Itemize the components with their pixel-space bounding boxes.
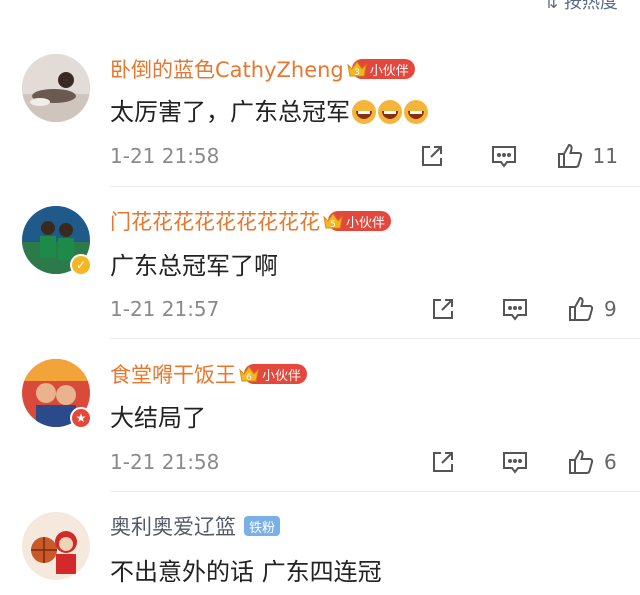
divider — [110, 491, 640, 492]
fan-badge: 5 小伙伴 — [323, 211, 392, 231]
crown-icon: 5 — [322, 210, 344, 232]
avatar[interactable] — [22, 512, 90, 580]
like-icon[interactable] — [555, 141, 585, 171]
divider — [110, 186, 640, 187]
sort-icon: ⇅ — [544, 0, 558, 12]
share-icon[interactable] — [428, 294, 458, 324]
comment-text: 太厉害了，广东总冠军 — [110, 98, 350, 126]
avatar[interactable]: ✓ — [22, 206, 92, 276]
comment-time: 1-21 21:58 — [110, 450, 220, 474]
grin-emoji-icon — [378, 100, 402, 124]
username[interactable]: 食堂嘚干饭王 — [110, 359, 236, 389]
comment-text: 广东总冠军了啊 — [110, 252, 278, 280]
crown-icon: 3 — [346, 58, 368, 80]
grin-emoji-icon — [404, 100, 428, 124]
comment-text: 大结局了 — [110, 404, 206, 432]
like-icon[interactable] — [566, 447, 596, 477]
sort-toggle[interactable]: ⇅ 按热度 — [545, 0, 618, 18]
like-count: 6 — [604, 450, 617, 474]
like-count: 9 — [604, 297, 617, 321]
share-icon[interactable] — [417, 141, 447, 171]
grin-emoji-icon — [352, 100, 376, 124]
comment-text-row: 太厉害了，广东总冠军 — [110, 92, 428, 127]
fan-label: 小伙伴 — [262, 368, 302, 384]
like-count: 11 — [592, 144, 618, 168]
like-icon[interactable] — [566, 294, 596, 324]
svg-text:5: 5 — [330, 220, 336, 230]
fan-label: 小伙伴 — [346, 215, 386, 231]
reply-icon[interactable] — [500, 294, 530, 324]
verified-badge-icon: ★ — [70, 407, 92, 429]
avatar[interactable]: ★ — [22, 359, 92, 429]
divider — [110, 338, 640, 339]
iron-fan-badge: 铁粉 — [244, 516, 281, 536]
fan-badge: 3 小伙伴 — [346, 59, 415, 79]
verified-badge-icon: ✓ — [70, 254, 92, 276]
username[interactable]: 奥利奥爱辽篮 — [110, 511, 236, 541]
share-icon[interactable] — [428, 447, 458, 477]
username[interactable]: 卧倒的蓝色CathyZheng — [110, 54, 344, 84]
svg-text:3: 3 — [354, 68, 360, 78]
reply-icon[interactable] — [489, 141, 519, 171]
comment-text: 不出意外的话 广东四连冠 — [110, 558, 382, 586]
crown-icon: 6 — [238, 363, 260, 385]
sort-label: 按热度 — [564, 0, 618, 13]
fan-label: 小伙伴 — [369, 63, 409, 79]
comment-time: 1-21 21:57 — [110, 297, 220, 321]
reply-icon[interactable] — [500, 447, 530, 477]
fan-badge: 6 小伙伴 — [239, 364, 308, 384]
username[interactable]: 门花花花花花花花花花 — [110, 206, 320, 236]
svg-text:6: 6 — [246, 373, 252, 383]
avatar[interactable] — [22, 54, 90, 122]
comment-time: 1-21 21:58 — [110, 144, 220, 168]
